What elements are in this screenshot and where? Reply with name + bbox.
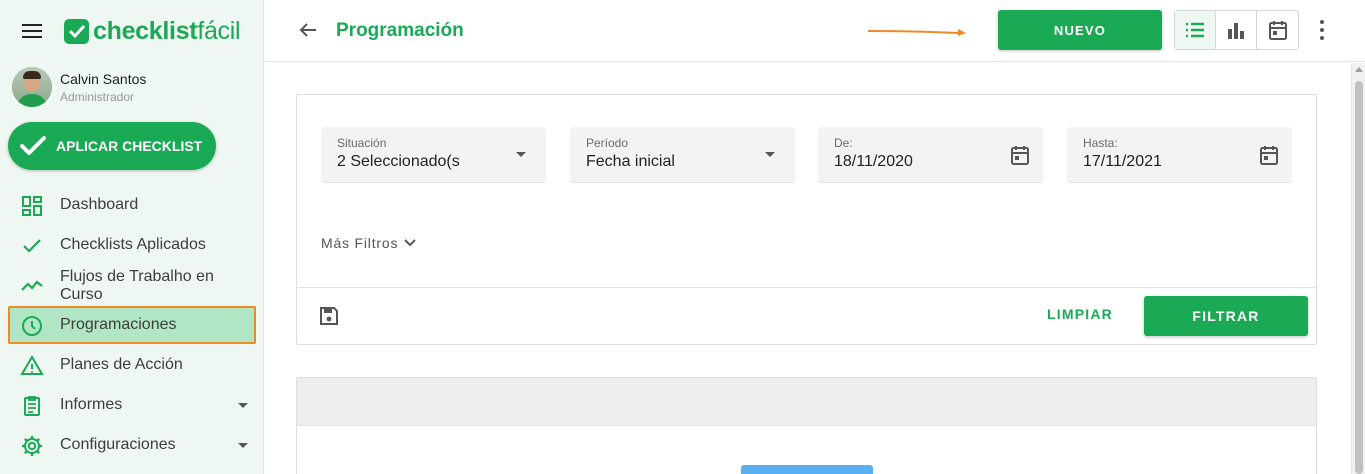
scroll-up-icon[interactable]: [1355, 67, 1363, 72]
check-icon: [23, 239, 41, 253]
list-view-icon: [1186, 22, 1204, 38]
more-filters-toggle[interactable]: Más Filtros: [321, 235, 416, 251]
periodo-value: Fecha inicial: [586, 153, 675, 170]
results-panel: [296, 377, 1317, 474]
periodo-select[interactable]: Período Fecha inicial: [570, 127, 795, 183]
logo-text-light: fácil: [197, 16, 241, 45]
user-role: Administrador: [60, 89, 135, 104]
user-profile[interactable]: Calvin Santos Administrador: [12, 67, 146, 107]
chevron-down-icon: [238, 443, 248, 448]
chevron-down-icon: [404, 239, 416, 247]
back-arrow-icon[interactable]: [298, 20, 318, 40]
trending-icon: [21, 280, 43, 291]
sidebar-item-dashboard[interactable]: Dashboard: [8, 186, 256, 224]
sidebar: checklistfácil Calvin Santos Administrad…: [0, 0, 264, 474]
situacion-select[interactable]: Situación 2 Seleccionado(s: [321, 127, 546, 183]
filter-panel: Situación 2 Seleccionado(s Período Fecha…: [296, 94, 1317, 345]
chevron-down-icon: [238, 403, 248, 408]
de-label: De:: [834, 136, 853, 150]
list-view-button[interactable]: [1175, 11, 1216, 49]
sidebar-item-label: Planes de Acción: [60, 356, 183, 373]
hasta-label: Hasta:: [1083, 136, 1118, 150]
view-switcher: [1174, 10, 1299, 50]
calendar-icon[interactable]: [1011, 145, 1029, 165]
save-icon[interactable]: [319, 306, 339, 326]
dashboard-icon: [22, 196, 42, 216]
calendar-view-button[interactable]: [1257, 11, 1298, 49]
gear-icon: [22, 436, 42, 456]
warning-icon: [20, 355, 44, 375]
check-icon: [20, 136, 46, 155]
dropdown-arrow-icon: [765, 152, 775, 157]
calendar-icon[interactable]: [1260, 145, 1278, 165]
more-filters-label: Más Filtros: [321, 235, 399, 251]
new-button[interactable]: NUEVO: [998, 10, 1162, 50]
situacion-label: Situación: [337, 136, 387, 150]
logo-text: checklistfácil: [93, 16, 241, 46]
scroll-thumb[interactable]: [1355, 81, 1363, 474]
periodo-label: Período: [586, 136, 629, 150]
clock-icon: [22, 316, 42, 336]
top-bar: Programación NUEVO: [264, 0, 1365, 62]
filter-button[interactable]: FILTRAR: [1144, 296, 1308, 336]
chart-view-icon: [1228, 23, 1244, 39]
situacion-value: 2 Seleccionado(s: [337, 153, 460, 170]
sidebar-item-informes[interactable]: Informes: [8, 386, 256, 424]
sidebar-item-planes-de-accion[interactable]: Planes de Acción: [8, 346, 256, 384]
divider: [297, 287, 1316, 288]
user-name: Calvin Santos: [60, 70, 147, 87]
sidebar-item-configuraciones[interactable]: Configuraciones: [8, 426, 256, 464]
report-icon: [24, 396, 40, 416]
clear-button[interactable]: LIMPIAR: [1035, 306, 1125, 326]
apply-checklist-label: APLICAR CHECKLIST: [56, 138, 203, 154]
sidebar-item-label: Informes: [60, 396, 123, 413]
results-action-button[interactable]: [741, 465, 873, 474]
apply-checklist-button[interactable]: APLICAR CHECKLIST: [8, 122, 216, 170]
sidebar-item-checklists-aplicados[interactable]: Checklists Aplicados: [8, 226, 256, 264]
sidebar-item-label: Flujos de Trabalho en Curso: [60, 268, 214, 303]
sidebar-item-label: Dashboard: [60, 196, 139, 213]
logo-check-icon: [64, 18, 89, 44]
results-header: [297, 378, 1316, 426]
menu-icon[interactable]: [22, 24, 42, 38]
dropdown-arrow-icon: [516, 152, 526, 157]
scrollbar[interactable]: [1351, 63, 1365, 474]
page-title: Programación: [336, 20, 464, 41]
chart-view-button[interactable]: [1216, 11, 1257, 49]
sidebar-item-programaciones[interactable]: Programaciones: [8, 306, 256, 344]
de-date-field[interactable]: De: 18/11/2020: [818, 127, 1043, 183]
more-vert-icon[interactable]: [1314, 18, 1330, 42]
de-value: 18/11/2020: [834, 153, 913, 170]
logo: checklistfácil: [64, 16, 241, 46]
hasta-date-field[interactable]: Hasta: 17/11/2021: [1067, 127, 1292, 183]
sidebar-item-label: Checklists Aplicados: [60, 236, 206, 253]
logo-text-bold: checklist: [93, 16, 198, 45]
calendar-view-icon: [1268, 21, 1287, 40]
avatar: [12, 67, 52, 107]
hasta-value: 17/11/2021: [1083, 153, 1162, 170]
sidebar-item-label: Configuraciones: [60, 436, 176, 453]
sidebar-item-flujos[interactable]: Flujos de Trabalho en Curso: [8, 266, 256, 304]
annotation-arrow: [867, 29, 966, 36]
sidebar-item-label: Programaciones: [60, 316, 177, 333]
